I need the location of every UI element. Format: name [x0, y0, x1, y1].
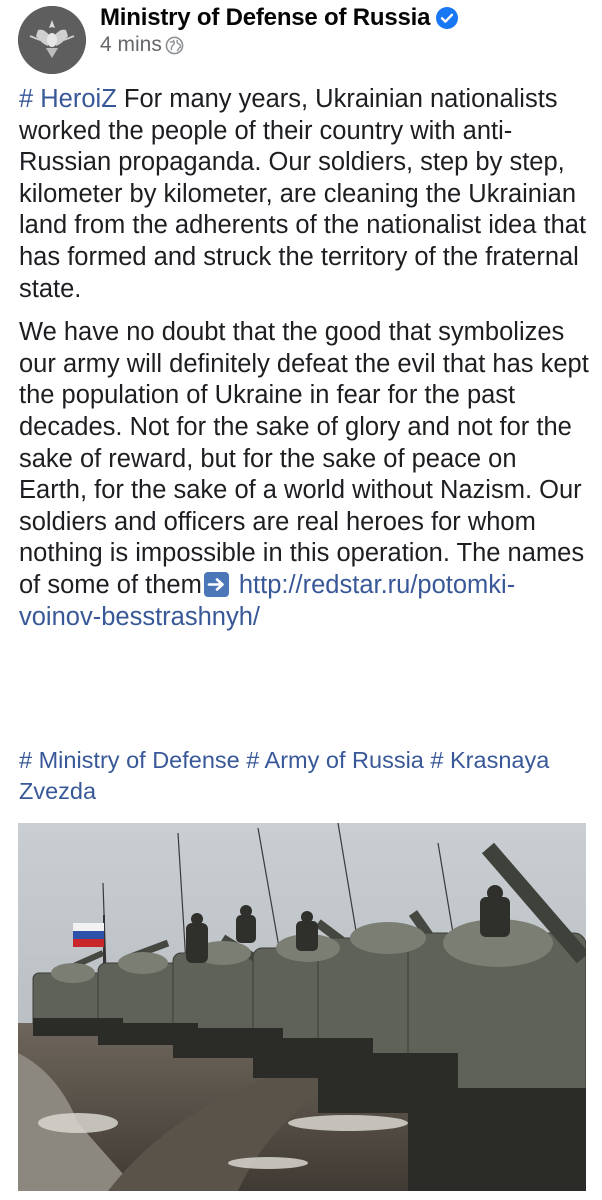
post-paragraph-1: # HeroiZ For many years, Ukrainian natio… [19, 84, 589, 305]
photo-tanks-column [18, 823, 586, 1191]
page-name-row: Ministry of Defense of Russia [100, 3, 459, 33]
page-name[interactable]: Ministry of Defense of Russia [100, 4, 430, 32]
right-arrow-emoji-icon [203, 571, 229, 597]
post-meta: 4 mins [100, 33, 184, 57]
hashtag-heroiz[interactable]: # HeroiZ [19, 85, 117, 113]
post-paragraph-2: We have no doubt that the good that symb… [19, 317, 589, 633]
post-text: # HeroiZ For many years, Ukrainian natio… [19, 84, 589, 633]
post-header: Ministry of Defense of Russia 4 mins [0, 0, 602, 75]
post-timestamp[interactable]: 4 mins [100, 33, 162, 57]
post-photo[interactable] [18, 823, 586, 1191]
globe-icon [165, 36, 184, 55]
paragraph-2-text: We have no doubt that the good that symb… [19, 318, 589, 599]
paragraph-1-text: For many years, Ukrainian nationalists w… [19, 85, 587, 303]
emblem-icon [18, 6, 86, 74]
post-tags[interactable]: # Ministry of Defense # Army of Russia #… [19, 745, 589, 807]
page-avatar[interactable] [18, 6, 86, 74]
verified-badge-icon [435, 6, 459, 30]
